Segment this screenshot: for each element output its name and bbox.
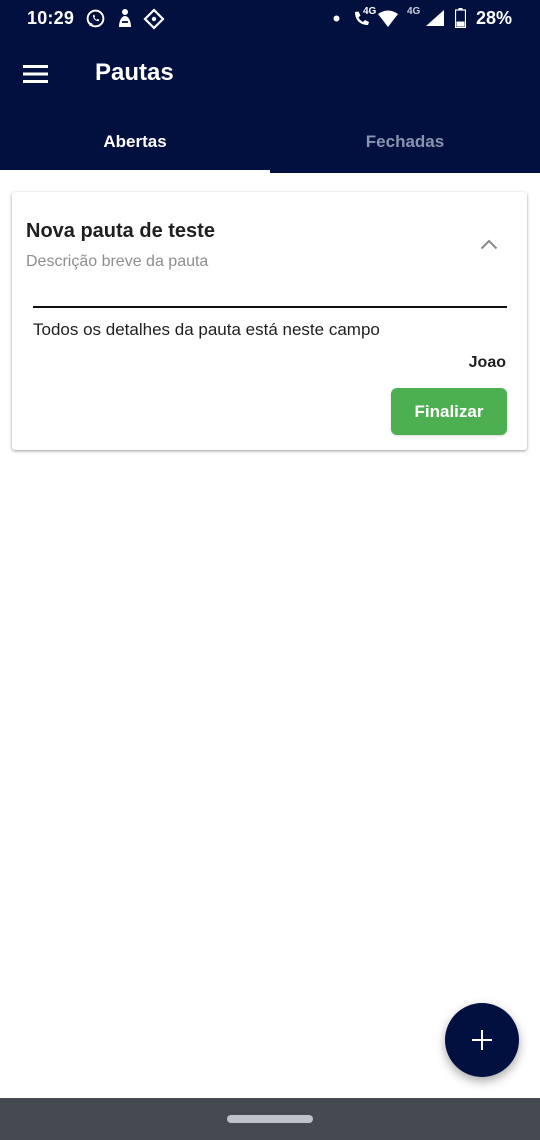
tab-bar: Abertas Fechadas xyxy=(0,110,540,173)
divider xyxy=(33,306,507,308)
tab-fechadas[interactable]: Fechadas xyxy=(270,110,540,173)
page-title: Pautas xyxy=(95,59,174,86)
whatsapp-icon xyxy=(85,8,106,29)
header: 10:29 4G 4G 28% Pautas Abertas Fechadas xyxy=(0,0,540,173)
home-handle[interactable] xyxy=(227,1115,313,1123)
network-type-label-2: 4G xyxy=(407,6,421,17)
chevron-up-icon xyxy=(480,239,498,249)
menu-button[interactable] xyxy=(14,52,58,96)
finalize-button[interactable]: Finalizar xyxy=(391,388,507,435)
battery-percent: 28% xyxy=(475,8,512,28)
status-bar: 10:29 4G 4G 28% xyxy=(0,0,540,38)
wifi-icon xyxy=(377,10,399,28)
app-bar: Pautas xyxy=(0,38,540,110)
tab-abertas[interactable]: Abertas xyxy=(0,110,270,173)
pauta-card: Nova pauta de teste Descrição breve da p… xyxy=(12,192,527,450)
collapse-button[interactable] xyxy=(475,232,503,256)
plus-icon xyxy=(472,1030,492,1050)
card-author: Joao xyxy=(468,354,506,371)
signal-icon xyxy=(425,9,445,27)
add-pauta-button[interactable] xyxy=(445,1003,519,1077)
status-time: 10:29 xyxy=(27,8,75,28)
battery-icon xyxy=(455,8,466,28)
tab-indicator xyxy=(0,170,270,173)
card-details: Todos os detalhes da pauta está neste ca… xyxy=(33,320,380,339)
card-subtitle: Descrição breve da pauta xyxy=(26,253,209,270)
location-icon xyxy=(143,8,165,30)
menu-icon xyxy=(23,65,48,83)
dot-icon xyxy=(333,15,340,22)
system-nav-bar xyxy=(0,1098,540,1140)
card-title: Nova pauta de teste xyxy=(26,220,215,242)
network-type-label: 4G xyxy=(363,6,377,17)
notification-icon xyxy=(115,8,135,29)
